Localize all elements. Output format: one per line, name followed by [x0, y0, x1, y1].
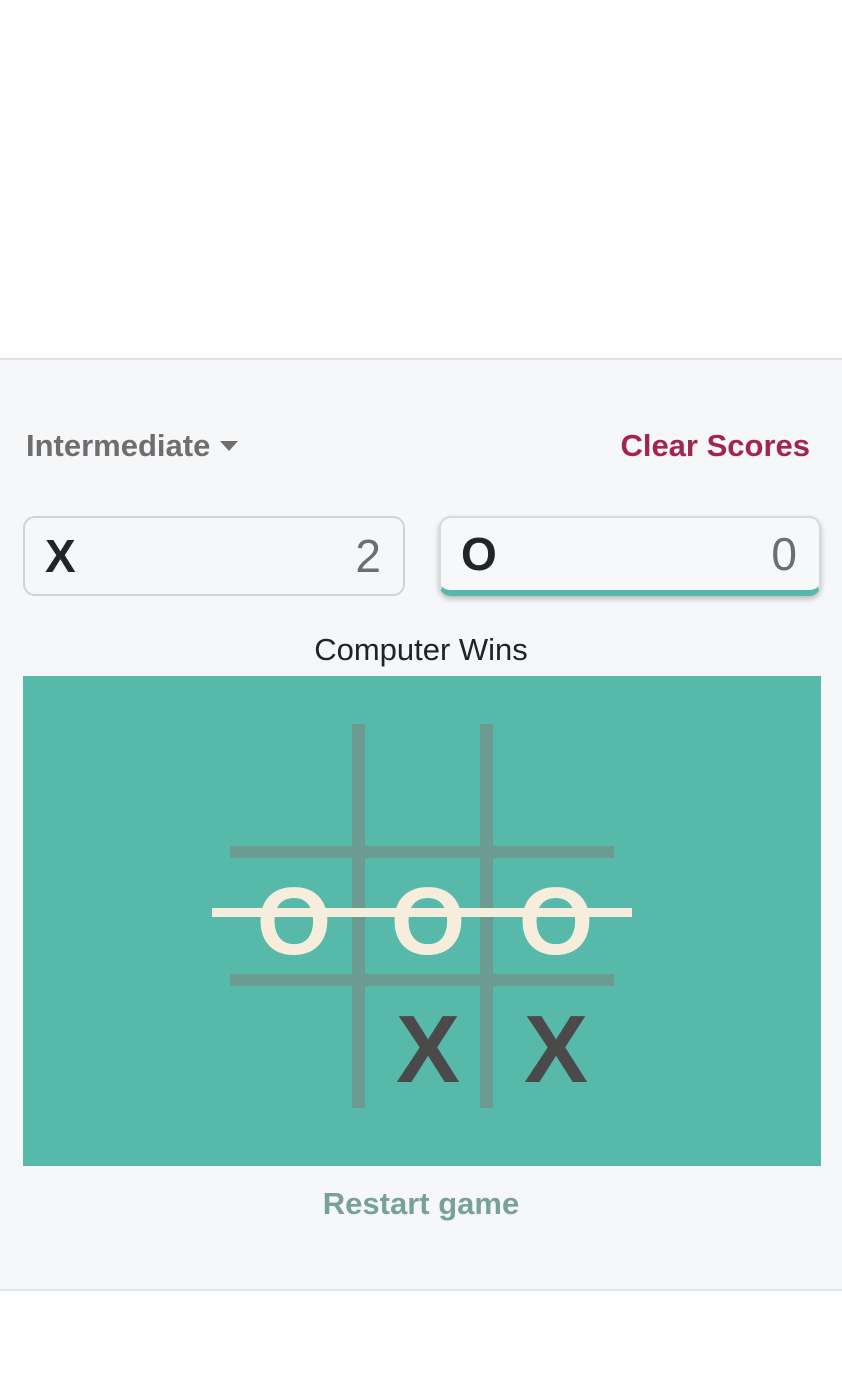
score-card-o: O 0 [439, 516, 821, 596]
board-cell-r1-c2[interactable] [364, 724, 492, 852]
board-cell-r3-c1[interactable] [230, 986, 358, 1114]
game-board: OOOXX [23, 676, 821, 1166]
board-cell-r1-c1[interactable] [230, 724, 358, 852]
game-status: Computer Wins [314, 632, 528, 667]
score-o-label: O [461, 528, 497, 580]
clear-scores-button[interactable]: Clear Scores [620, 428, 810, 464]
score-o-value: 0 [771, 528, 797, 580]
top-blank-area [0, 0, 842, 358]
board-cell-r1-c3[interactable] [492, 724, 620, 852]
board-cell-r2-c2[interactable]: O [364, 858, 492, 986]
board-cell-r3-c3[interactable]: X [492, 986, 620, 1114]
caret-down-icon [220, 441, 239, 451]
score-x-label: X [45, 530, 76, 582]
score-x-value: 2 [355, 530, 381, 582]
difficulty-dropdown[interactable]: Intermediate [26, 428, 239, 464]
restart-game-button[interactable]: Restart game [0, 1186, 842, 1222]
score-card-x: X 2 [23, 516, 405, 596]
board-cell-r2-c1[interactable]: O [230, 858, 358, 986]
board-cell-r2-c3[interactable]: O [492, 858, 620, 986]
board-cell-r3-c2[interactable]: X [364, 986, 492, 1114]
difficulty-label: Intermediate [26, 428, 211, 463]
winning-line [212, 908, 632, 917]
bottom-blank-area [0, 1291, 842, 1387]
